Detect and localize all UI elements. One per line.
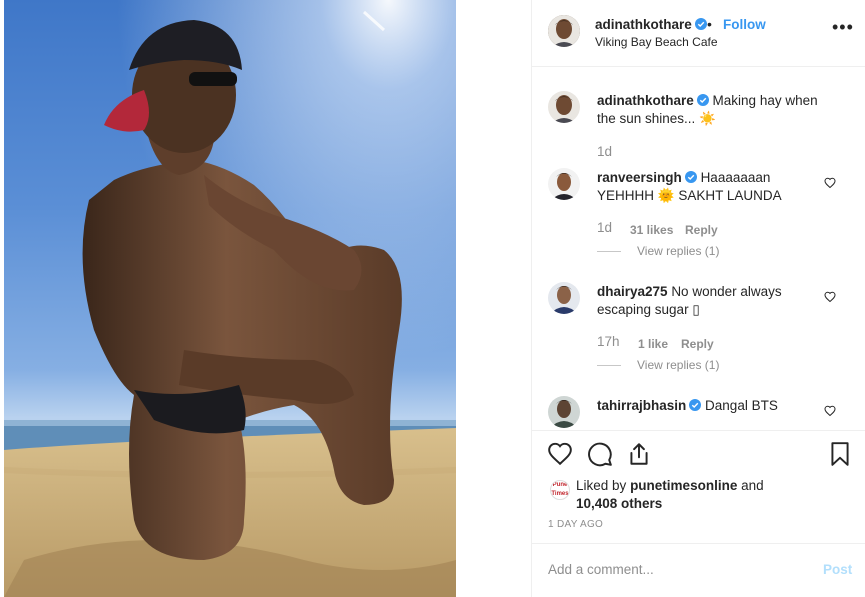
verified-badge-icon bbox=[694, 18, 707, 30]
missing-emoji-glyph: ▯ bbox=[692, 302, 700, 317]
comment-avatar[interactable] bbox=[548, 282, 580, 314]
post-actions: Pune Times Liked by punetimesonline and … bbox=[532, 430, 865, 543]
view-replies-button[interactable]: View replies (1) bbox=[597, 244, 719, 258]
sun-emoji: ☀️ bbox=[699, 111, 716, 126]
caption-author[interactable]: adinathkothare bbox=[597, 93, 694, 108]
comment-likes[interactable]: 31 likes bbox=[630, 223, 673, 237]
heart-icon[interactable] bbox=[824, 405, 836, 417]
comments-list[interactable]: adinathkothare Making hay when the sun s… bbox=[532, 68, 865, 430]
author-username-text[interactable]: adinathkothare bbox=[595, 17, 692, 32]
avatar-face-icon bbox=[548, 15, 580, 47]
post-comment-button[interactable]: Post bbox=[823, 562, 852, 577]
comment-body: Dangal BTS bbox=[705, 398, 778, 413]
likes-and: and bbox=[741, 478, 764, 493]
heart-icon[interactable] bbox=[824, 291, 836, 303]
post-photo[interactable] bbox=[4, 0, 456, 597]
comment-age[interactable]: 1d bbox=[597, 220, 612, 235]
verified-badge-icon bbox=[696, 94, 709, 106]
comment-body: YEHHHH bbox=[597, 188, 655, 203]
post-timestamp[interactable]: 1 DAY AGO bbox=[548, 519, 603, 530]
avatar-face-icon bbox=[548, 396, 580, 428]
more-options-button[interactable]: ••• bbox=[832, 18, 854, 36]
author-username[interactable]: adinathkothare bbox=[595, 17, 707, 32]
likes-count-button[interactable]: 10,408 others bbox=[576, 496, 662, 511]
caption-author-avatar[interactable] bbox=[548, 91, 580, 123]
comment-text: ranveersingh Haaaaaaan YEHHHH 🌞 SAKHT LA… bbox=[597, 169, 822, 205]
share-icon[interactable] bbox=[626, 441, 652, 467]
beach-photo-illustration bbox=[4, 0, 456, 597]
comment-icon[interactable] bbox=[587, 441, 613, 467]
comment-avatar[interactable] bbox=[548, 396, 580, 428]
location-link[interactable]: Viking Bay Beach Cafe bbox=[595, 35, 718, 49]
comment-likes[interactable]: 1 like bbox=[638, 337, 668, 351]
comment-age[interactable]: 17h bbox=[597, 334, 620, 349]
instagram-post-modal: adinathkothare • Follow Viking Bay Beach… bbox=[0, 0, 865, 597]
comment-author[interactable]: dhairya275 bbox=[597, 284, 668, 299]
likes-prefix: Liked by bbox=[576, 478, 627, 493]
avatar-face-icon bbox=[548, 282, 580, 314]
comment-body: SAKHT LAUNDA bbox=[678, 188, 782, 203]
comment-body: escaping sugar bbox=[597, 302, 689, 317]
sun-face-emoji: 🌞 bbox=[657, 188, 675, 203]
post-side-panel: adinathkothare • Follow Viking Bay Beach… bbox=[531, 0, 865, 597]
verified-badge-icon bbox=[689, 399, 702, 411]
comment-author[interactable]: tahirrajbhasin bbox=[597, 398, 686, 413]
heart-icon[interactable] bbox=[824, 177, 836, 189]
liker-username[interactable]: punetimesonline bbox=[630, 478, 737, 493]
caption-text: adinathkothare Making hay when the sun s… bbox=[597, 92, 837, 128]
liker-avatar-text: Pune Times bbox=[551, 482, 569, 497]
separator-dot: • bbox=[707, 16, 712, 32]
liker-avatar[interactable]: Pune Times bbox=[550, 480, 570, 500]
follow-button[interactable]: Follow bbox=[723, 17, 766, 32]
comment-author[interactable]: ranveersingh bbox=[597, 170, 682, 185]
reply-button[interactable]: Reply bbox=[685, 223, 718, 237]
view-replies-button[interactable]: View replies (1) bbox=[597, 358, 719, 372]
view-replies-label[interactable]: View replies (1) bbox=[637, 358, 719, 372]
replies-divider bbox=[597, 365, 621, 367]
view-replies-label[interactable]: View replies (1) bbox=[637, 244, 719, 258]
caption-age[interactable]: 1d bbox=[597, 144, 612, 159]
add-comment-bar: Post bbox=[532, 543, 865, 597]
post-header: adinathkothare • Follow Viking Bay Beach… bbox=[532, 0, 865, 67]
comment-input[interactable] bbox=[548, 562, 788, 577]
likes-summary: Liked by punetimesonline and 10,408 othe… bbox=[576, 477, 846, 513]
like-heart-icon[interactable] bbox=[547, 441, 573, 467]
comment-body: Haaaaaaan bbox=[700, 170, 771, 185]
bookmark-icon[interactable] bbox=[827, 441, 853, 467]
author-avatar[interactable] bbox=[548, 15, 580, 47]
comment-text: dhairya275 No wonder always escaping sug… bbox=[597, 283, 822, 319]
avatar-face-icon bbox=[548, 168, 580, 200]
reply-button[interactable]: Reply bbox=[681, 337, 714, 351]
verified-badge-icon bbox=[684, 171, 697, 183]
replies-divider bbox=[597, 251, 621, 253]
comment-avatar[interactable] bbox=[548, 168, 580, 200]
comment-body: No wonder always bbox=[671, 284, 782, 299]
comment-text: tahirrajbhasin Dangal BTS bbox=[597, 397, 822, 415]
avatar-face-icon bbox=[548, 91, 580, 123]
